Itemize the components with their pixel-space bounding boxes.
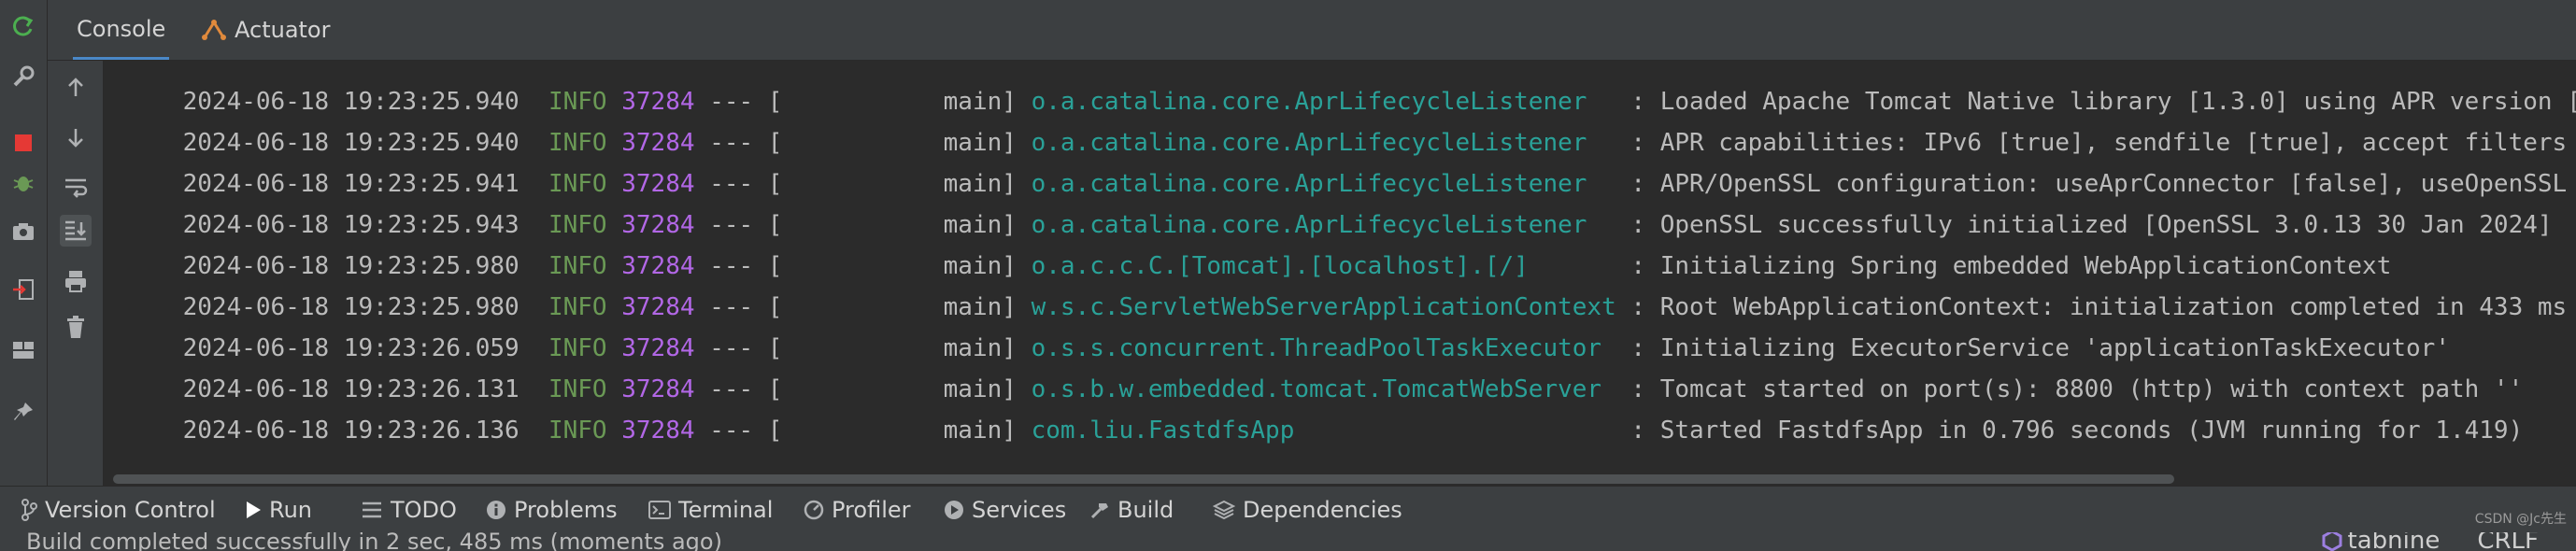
- tool-label: Build: [1117, 497, 1174, 523]
- tabnine-logo-icon: [2322, 532, 2342, 551]
- layout-icon[interactable]: [8, 335, 38, 365]
- watermark: tabnine CRLF: [2322, 532, 2539, 551]
- tab-actuator[interactable]: Actuator: [201, 0, 330, 60]
- left-toolbar: [0, 0, 48, 486]
- debug-bug-icon[interactable]: [8, 168, 38, 198]
- terminal-icon: [648, 501, 671, 519]
- log-logger[interactable]: com.liu.FastdfsApp: [1032, 417, 1295, 445]
- tool-window-bar: Version Control Run TODO Problems Termin…: [0, 486, 2576, 533]
- line-separator-indicator[interactable]: CRLF: [2477, 532, 2539, 551]
- branch-icon: [21, 499, 37, 521]
- tool-problems[interactable]: Problems: [486, 487, 618, 533]
- log-level: INFO: [548, 417, 607, 445]
- tool-label: Problems: [514, 497, 618, 523]
- tool-build[interactable]: Build: [1089, 487, 1174, 533]
- watermark-caption: CSDN @Jc先生: [2474, 512, 2567, 527]
- log-line: 2024-06-18 19:23:25.980 INFO 37284 --- […: [124, 205, 2392, 280]
- log-line: 2024-06-18 19:23:25.980 INFO 37284 --- […: [124, 246, 2568, 321]
- tool-label: TODO: [391, 497, 457, 523]
- log-line: 2024-06-18 19:23:25.943 INFO 37284 --- […: [124, 163, 2553, 239]
- tool-label: Dependencies: [1243, 497, 1402, 523]
- log-line: 2024-06-18 19:23:25.941 INFO 37284 --- […: [124, 122, 2568, 198]
- tab-console[interactable]: Console: [73, 0, 170, 60]
- log-line: 2024-06-18 19:23:26.136 INFO 37284 --- […: [124, 369, 2524, 445]
- soft-wrap-icon[interactable]: [60, 171, 92, 203]
- exit-icon[interactable]: [8, 275, 38, 304]
- log-timestamp: 2024-06-18 19:23:26.136: [182, 417, 519, 445]
- tab-label: Actuator: [235, 17, 331, 43]
- layers-icon: [1213, 500, 1235, 520]
- rerun-icon[interactable]: [8, 11, 38, 41]
- log-pid: 37284: [621, 417, 695, 445]
- actuator-icon: [201, 17, 227, 43]
- console-toolbar: [48, 61, 104, 486]
- arrow-up-icon[interactable]: [60, 72, 92, 104]
- arrow-down-icon[interactable]: [60, 121, 92, 153]
- print-icon[interactable]: [60, 265, 92, 297]
- profiler-icon: [804, 500, 824, 520]
- tool-run[interactable]: Run: [245, 487, 312, 533]
- log-line: 2024-06-18 19:23:26.131 INFO 37284 --- […: [124, 328, 2524, 403]
- tool-window-tabbar: Console Actuator: [48, 0, 2576, 61]
- tool-version-control[interactable]: Version Control: [21, 487, 216, 533]
- tab-label: Console: [77, 15, 166, 42]
- horizontal-scrollbar[interactable]: [104, 472, 2576, 486]
- services-icon: [944, 500, 964, 520]
- info-circle-icon: [486, 500, 506, 520]
- log-line: 2024-06-18 19:23:26.059 INFO 37284 --- […: [124, 287, 2450, 362]
- pin-icon[interactable]: [8, 397, 38, 427]
- tabnine-logo-text: tabnine: [2347, 532, 2441, 551]
- log-separator: --- [: [709, 417, 783, 445]
- tool-terminal[interactable]: Terminal: [648, 487, 773, 533]
- scroll-to-end-icon[interactable]: [60, 215, 92, 247]
- status-message[interactable]: Build completed successfully in 2 sec, 4…: [26, 532, 722, 551]
- console-output[interactable]: 2024-06-18 19:23:25.940 INFO 37284 --- […: [104, 61, 2576, 472]
- log-thread: main]: [943, 417, 1017, 445]
- hammer-icon: [1089, 500, 1110, 520]
- tool-label: Version Control: [45, 497, 216, 523]
- tool-label: Terminal: [678, 497, 774, 523]
- tool-label: Profiler: [832, 497, 911, 523]
- tool-label: Run: [269, 497, 313, 523]
- log-message: : Started FastdfsApp in 0.796 seconds (J…: [1630, 417, 2524, 445]
- wrench-icon[interactable]: [8, 62, 38, 92]
- play-icon: [245, 501, 262, 519]
- tool-services[interactable]: Services: [944, 487, 1066, 533]
- camera-icon[interactable]: [8, 217, 38, 247]
- log-line: 2024-06-18 19:23:25.940 INFO 37284 --- […: [124, 81, 2568, 157]
- list-icon: [361, 501, 383, 519]
- trash-icon[interactable]: [60, 311, 92, 343]
- log-line: 2024-06-18 19:23:25.940 INFO 37284 --- […: [124, 61, 2576, 116]
- scrollbar-thumb[interactable]: [113, 474, 2174, 484]
- stop-icon[interactable]: [8, 128, 38, 158]
- status-bar: Build completed successfully in 2 sec, 4…: [0, 532, 2576, 551]
- tool-todo[interactable]: TODO: [361, 487, 457, 533]
- tool-profiler[interactable]: Profiler: [804, 487, 911, 533]
- tool-label: Services: [972, 497, 1067, 523]
- tool-dependencies[interactable]: Dependencies: [1213, 487, 1402, 533]
